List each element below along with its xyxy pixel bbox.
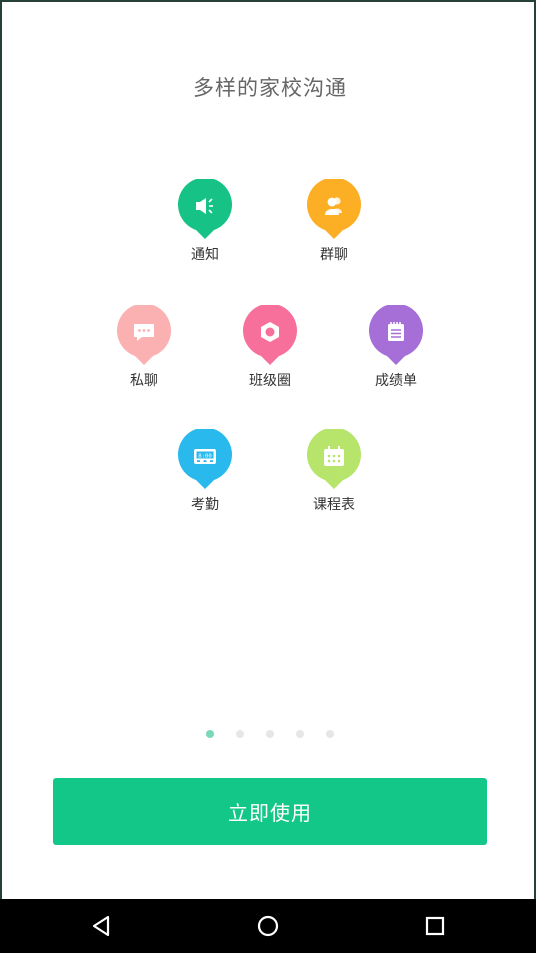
page-dot[interactable] [326, 730, 334, 738]
hexagon-icon [261, 322, 279, 342]
time-clock-icon: 8:00 [194, 449, 216, 464]
page-title: 多样的家校沟通 [193, 76, 347, 100]
page-dot[interactable] [266, 730, 274, 738]
feature-class-circle-label: 班级圈 [249, 373, 291, 389]
back-triangle-icon[interactable] [87, 911, 117, 941]
feature-class-circle[interactable]: 班级圈 [222, 305, 318, 390]
home-circle-icon[interactable] [253, 911, 283, 941]
notepad-icon [388, 322, 404, 341]
calendar-icon [324, 446, 344, 466]
feature-attendance[interactable]: 8:00 考勤 [157, 429, 253, 514]
guide-page: 多样的家校沟通 通知 群聊 私聊 班级圈 成绩单 8:00 考勤 课程表 立即使… [0, 0, 536, 899]
attendance-clock-text: 8:00 [198, 453, 211, 459]
feature-private-chat-label: 私聊 [130, 373, 158, 389]
system-nav-bar [0, 899, 536, 953]
speaker-icon [196, 198, 213, 214]
page-indicator [2, 730, 536, 738]
private-chat-pin [116, 305, 172, 367]
feature-report-card-label: 成绩单 [375, 373, 417, 389]
feature-timetable[interactable]: 课程表 [286, 429, 382, 514]
page-dot[interactable] [236, 730, 244, 738]
feature-private-chat[interactable]: 私聊 [96, 305, 192, 390]
notice-pin [177, 179, 233, 241]
page-dot[interactable] [296, 730, 304, 738]
chat-bubble-icon [134, 324, 154, 341]
feature-timetable-label: 课程表 [313, 497, 355, 513]
recents-square-icon[interactable] [420, 911, 450, 941]
feature-group-chat-label: 群聊 [320, 247, 348, 263]
page-dot[interactable] [206, 730, 214, 738]
feature-group-chat[interactable]: 群聊 [286, 179, 382, 264]
people-icon [325, 197, 342, 215]
attendance-pin: 8:00 [177, 429, 233, 491]
timetable-pin [306, 429, 362, 491]
group-chat-pin [306, 179, 362, 241]
feature-report-card[interactable]: 成绩单 [348, 305, 444, 390]
report-card-pin [368, 305, 424, 367]
class-circle-pin [242, 305, 298, 367]
feature-notice[interactable]: 通知 [157, 179, 253, 264]
feature-attendance-label: 考勤 [191, 497, 219, 513]
start-using-button[interactable]: 立即使用 [53, 778, 487, 845]
feature-notice-label: 通知 [191, 247, 219, 263]
